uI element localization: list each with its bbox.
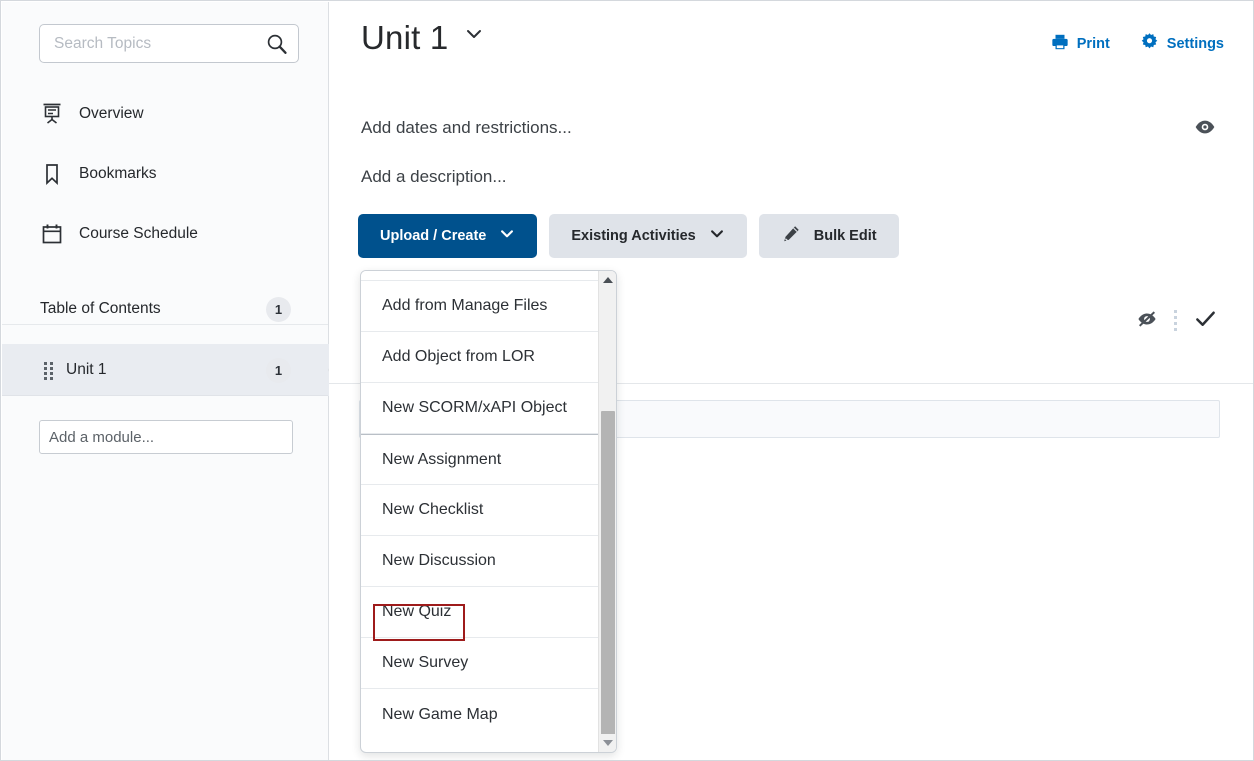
table-of-contents-count-badge: 1	[266, 297, 291, 322]
bookmark-icon	[39, 161, 65, 187]
action-button-row: Upload / Create Existing Activities Bulk…	[358, 214, 899, 258]
menu-item-new-game-map[interactable]: New Game Map	[361, 689, 599, 740]
sidebar-item-course-schedule[interactable]: Course Schedule	[39, 219, 198, 249]
module-count-badge: 1	[266, 358, 291, 383]
drag-handle-icon[interactable]	[44, 362, 54, 380]
vertical-dots-icon[interactable]	[1174, 309, 1178, 333]
chevron-down-icon	[499, 226, 515, 246]
triangle-down-icon	[603, 740, 613, 746]
upload-create-dropdown-menu: Add from Manage Files Add Object from LO…	[360, 270, 617, 753]
menu-item-label: New SCORM/xAPI Object	[382, 399, 567, 416]
existing-activities-button[interactable]: Existing Activities	[549, 214, 747, 258]
content-row-icons	[1136, 307, 1217, 335]
table-of-contents-label: Table of Contents	[40, 300, 161, 317]
menu-item-partial-scrolled[interactable]	[361, 271, 599, 281]
eye-icon[interactable]	[1194, 116, 1216, 143]
sidebar-item-bookmarks[interactable]: Bookmarks	[39, 159, 157, 189]
menu-item-new-survey[interactable]: New Survey	[361, 638, 599, 689]
chevron-down-icon[interactable]	[464, 24, 484, 49]
search-icon[interactable]	[266, 33, 288, 55]
calendar-icon	[39, 221, 65, 247]
settings-label: Settings	[1166, 35, 1224, 52]
page-title-row: Unit 1	[361, 19, 484, 57]
menu-item-new-discussion[interactable]: New Discussion	[361, 536, 599, 587]
search-input[interactable]	[40, 25, 262, 62]
menu-item-label: New Quiz	[382, 603, 452, 620]
sidebar-item-label: Course Schedule	[79, 225, 198, 242]
menu-item-label: New Game Map	[382, 705, 498, 723]
sidebar-item-label: Bookmarks	[79, 165, 157, 182]
upload-create-label: Upload / Create	[380, 228, 487, 244]
scrollbar-thumb[interactable]	[601, 411, 615, 736]
table-of-contents-header[interactable]: Table of Contents 1	[2, 294, 328, 325]
add-module-input[interactable]	[39, 420, 293, 454]
menu-item-label: New Survey	[382, 654, 469, 671]
bulk-edit-button[interactable]: Bulk Edit	[758, 214, 899, 258]
upload-create-button[interactable]: Upload / Create	[358, 214, 538, 258]
menu-item-label: New Discussion	[382, 552, 496, 569]
print-button[interactable]: Print	[1051, 33, 1110, 55]
menu-item-label: Add Object from LOR	[382, 348, 535, 365]
sidebar-item-overview[interactable]: Overview	[39, 99, 144, 129]
existing-activities-label: Existing Activities	[571, 228, 696, 244]
menu-item-label: New Assignment	[382, 450, 502, 468]
printer-icon	[1051, 33, 1069, 55]
add-a-description-link[interactable]: Add a description...	[361, 167, 507, 187]
dropdown-item-list: Add from Manage Files Add Object from LO…	[361, 271, 599, 740]
settings-button[interactable]: Settings	[1140, 32, 1224, 55]
pencil-icon	[781, 224, 801, 248]
sidebar-item-unit-1[interactable]: Unit 1 1	[2, 344, 328, 396]
menu-item-label: Add from Manage Files	[382, 297, 548, 314]
sidebar: Overview Bookmarks Course Schedule	[2, 2, 344, 760]
bulk-edit-label: Bulk Edit	[813, 228, 877, 244]
page-title: Unit 1	[361, 19, 449, 56]
sidebar-item-label: Overview	[79, 105, 144, 122]
menu-item-new-checklist[interactable]: New Checklist	[361, 485, 599, 536]
checkmark-icon[interactable]	[1194, 307, 1217, 335]
menu-item-new-scorm-xapi-object[interactable]: New SCORM/xAPI Object	[361, 383, 599, 434]
triangle-up-icon	[603, 277, 613, 283]
menu-item-label: New Checklist	[382, 501, 484, 518]
menu-item-add-from-manage-files[interactable]: Add from Manage Files	[361, 281, 599, 332]
module-label: Unit 1	[66, 360, 107, 378]
menu-item-add-object-from-lor[interactable]: Add Object from LOR	[361, 332, 599, 383]
scroll-down-button[interactable]	[599, 734, 616, 752]
dropdown-scrollbar[interactable]	[598, 271, 616, 752]
print-label: Print	[1076, 35, 1110, 52]
menu-item-new-assignment[interactable]: New Assignment	[361, 434, 599, 485]
search-topics-box	[39, 24, 299, 63]
header-actions: Print Settings	[1051, 32, 1224, 55]
add-dates-and-restrictions-link[interactable]: Add dates and restrictions...	[361, 118, 572, 138]
scroll-up-button[interactable]	[599, 271, 616, 289]
eye-slash-icon[interactable]	[1136, 308, 1158, 335]
overview-projector-icon	[39, 101, 65, 127]
menu-item-new-quiz[interactable]: New Quiz	[361, 587, 599, 638]
chevron-down-icon	[709, 226, 725, 246]
gear-icon	[1140, 32, 1159, 55]
content-tool-page: Overview Bookmarks Course Schedule	[0, 0, 1254, 761]
